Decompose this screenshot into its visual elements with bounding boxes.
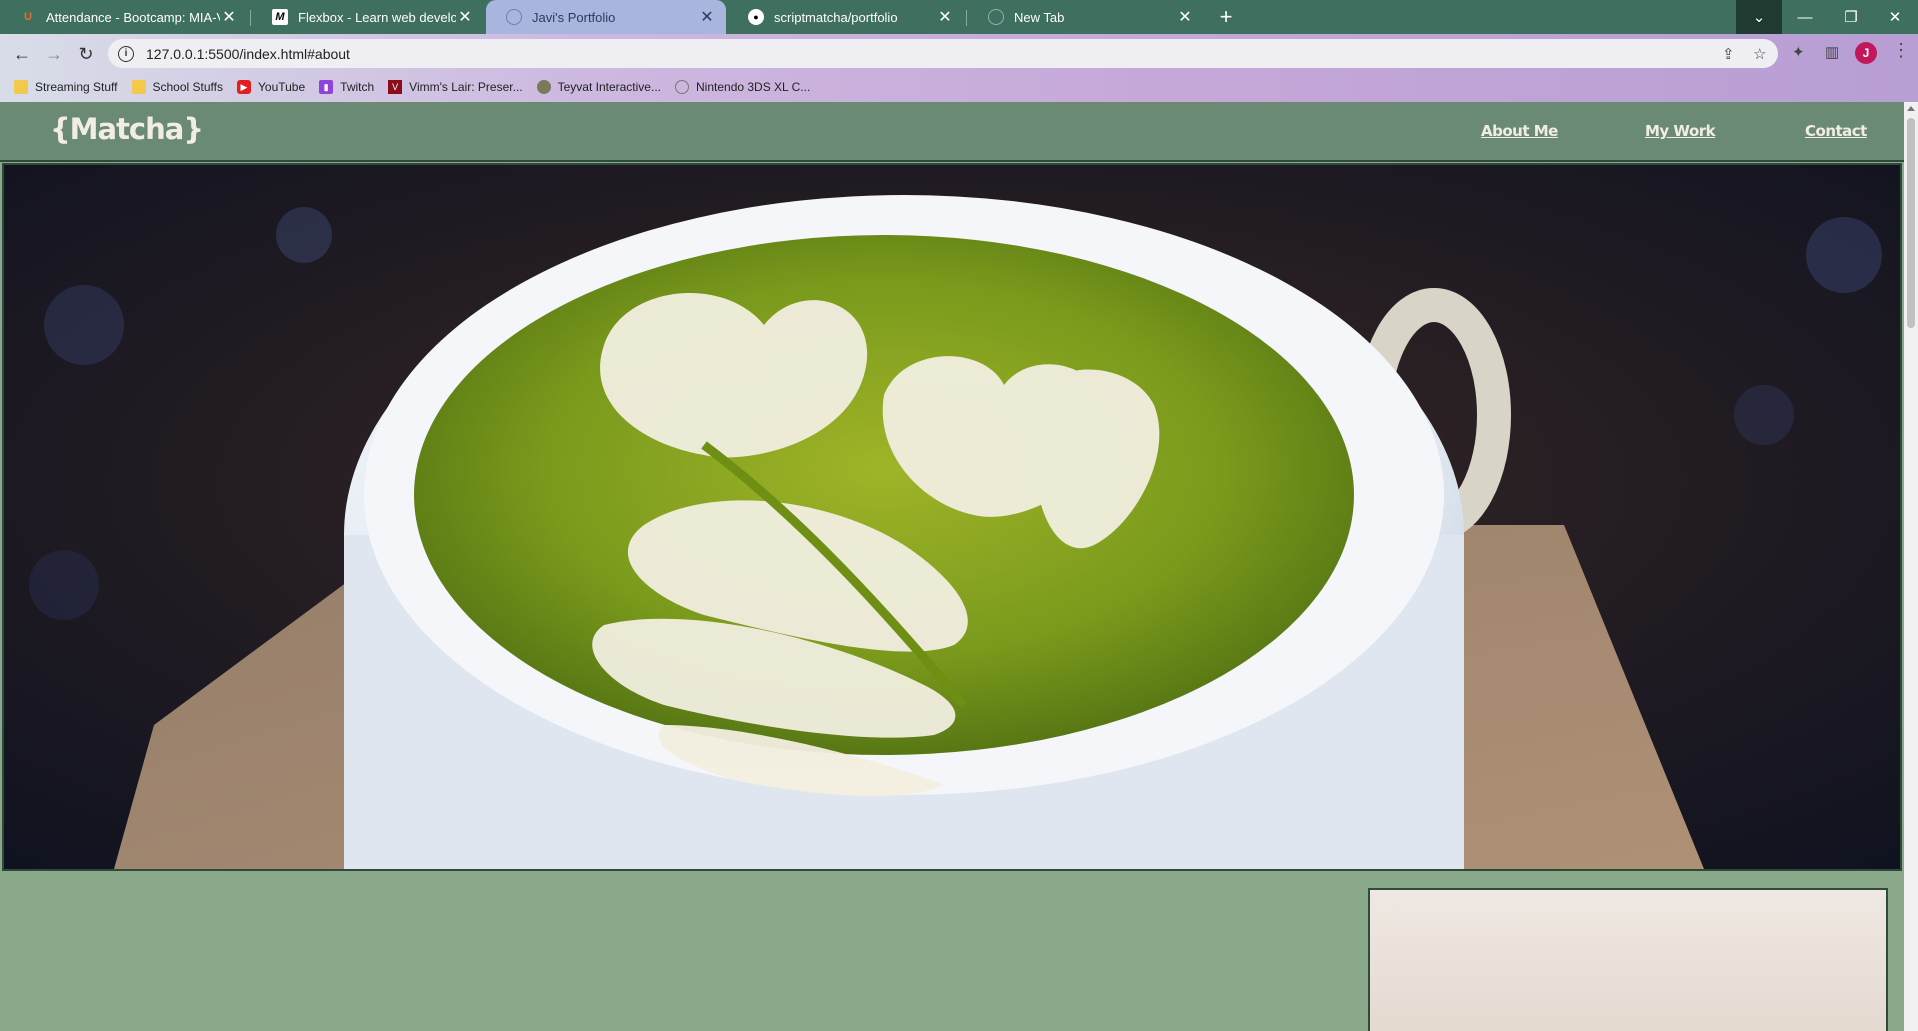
github-icon: ●: [748, 9, 764, 25]
side-panel-icon[interactable]: ▥: [1825, 43, 1839, 61]
chrome-icon: [988, 9, 1004, 25]
nav-contact[interactable]: Contact: [1805, 122, 1867, 140]
page-scrollbar[interactable]: [1904, 102, 1918, 1031]
browser-toolbar: ← → ↻ i 127.0.0.1:5500/index.html#about …: [0, 34, 1918, 102]
tab-search-button[interactable]: ⌄: [1736, 0, 1782, 34]
close-tab-icon[interactable]: ✕: [698, 7, 716, 27]
teyvat-icon: [536, 80, 551, 94]
share-icon[interactable]: ⇪: [1722, 45, 1735, 63]
bookmark-vimms-lair[interactable]: V Vimm's Lair: Preser...: [388, 80, 523, 94]
scroll-up-arrow-icon[interactable]: [1907, 106, 1915, 111]
bookmarks-bar: Streaming Stuff School Stuffs ▶ YouTube …: [0, 74, 810, 100]
new-tab-button[interactable]: +: [1212, 0, 1240, 34]
bookmark-twitch[interactable]: ▮ Twitch: [319, 80, 374, 94]
bookmark-teyvat-interactive[interactable]: Teyvat Interactive...: [536, 80, 661, 94]
bootcamp-icon: U: [24, 11, 32, 23]
bookmark-youtube[interactable]: ▶ YouTube: [237, 80, 305, 94]
address-bar[interactable]: i 127.0.0.1:5500/index.html#about ⇪ ☆: [108, 39, 1778, 68]
twitch-icon: ▮: [319, 80, 334, 94]
page-viewport: {Matcha} About Me My Work Contact: [0, 102, 1904, 1031]
close-tab-icon[interactable]: ✕: [936, 7, 954, 27]
matcha-latte-art-image: [4, 165, 1900, 869]
folder-icon: [14, 80, 28, 94]
vimms-lair-icon: V: [388, 80, 403, 94]
bookmark-streaming-stuff[interactable]: Streaming Stuff: [14, 80, 118, 94]
bookmark-nintendo-3ds[interactable]: Nintendo 3DS XL C...: [675, 80, 810, 94]
scrollbar-thumb[interactable]: [1907, 118, 1915, 328]
tab-strip: U Attendance - Bootcamp: MIA-VIR ✕ M Fle…: [0, 0, 1918, 34]
tab-github-portfolio[interactable]: ● scriptmatcha/portfolio ✕: [728, 0, 964, 34]
tab-new-tab[interactable]: New Tab ✕: [968, 0, 1204, 34]
bookmark-star-icon[interactable]: ☆: [1753, 45, 1766, 63]
forward-button[interactable]: →: [40, 40, 68, 68]
hero-image: [2, 163, 1902, 871]
close-tab-icon[interactable]: ✕: [456, 7, 474, 27]
url-text[interactable]: 127.0.0.1:5500/index.html#about: [146, 46, 350, 62]
site-logo[interactable]: {Matcha}: [50, 112, 204, 146]
close-window-button[interactable]: ✕: [1872, 0, 1918, 34]
back-button[interactable]: ←: [8, 40, 36, 68]
youtube-icon: ▶: [237, 80, 251, 94]
tab-flexbox[interactable]: M Flexbox - Learn web development ✕: [252, 0, 484, 34]
extensions-icon[interactable]: ✦: [1792, 43, 1805, 61]
minimize-button[interactable]: —: [1782, 0, 1828, 34]
close-tab-icon[interactable]: ✕: [220, 7, 238, 27]
browser-menu-icon[interactable]: ⋮: [1892, 40, 1910, 61]
globe-icon: [506, 9, 522, 25]
site-info-icon[interactable]: i: [118, 45, 134, 62]
reload-button[interactable]: ↻: [72, 40, 100, 68]
tab-attendance[interactable]: U Attendance - Bootcamp: MIA-VIR ✕: [0, 0, 248, 34]
about-image-card: [1368, 888, 1888, 1031]
globe-icon: [675, 80, 689, 94]
restore-button[interactable]: ❐: [1828, 0, 1874, 34]
site-header: {Matcha} About Me My Work Contact: [0, 102, 1904, 162]
mdn-icon: M: [272, 9, 288, 25]
tab-javis-portfolio[interactable]: Javi's Portfolio ✕: [486, 0, 726, 34]
profile-avatar[interactable]: J: [1855, 42, 1877, 64]
folder-icon: [131, 80, 146, 94]
nav-about-me[interactable]: About Me: [1481, 122, 1558, 140]
nav-my-work[interactable]: My Work: [1645, 122, 1716, 140]
bookmark-school-stuffs[interactable]: School Stuffs: [131, 80, 223, 94]
close-tab-icon[interactable]: ✕: [1176, 7, 1194, 27]
